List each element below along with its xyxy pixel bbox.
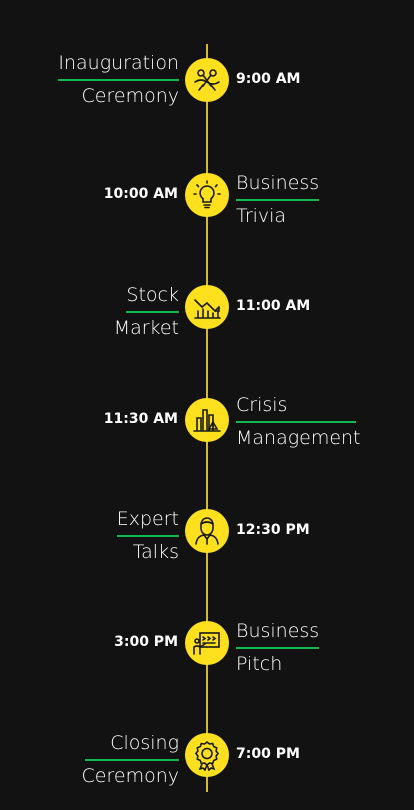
event-title-business-trivia: Business Trivia [236, 168, 406, 231]
award-badge-icon [194, 740, 220, 771]
event-time: 3:00 PM [114, 634, 178, 650]
event-time: 12:30 PM [236, 522, 310, 538]
event-node-closing-ceremony [185, 733, 229, 777]
presentation-board-icon [193, 632, 220, 655]
event-time: 11:00 AM [236, 298, 311, 314]
event-title-expert-talks: Expert Talks [9, 504, 179, 567]
event-time: 7:00 PM [236, 746, 300, 762]
event-title-inauguration: Inauguration Ceremony [9, 48, 179, 111]
crisis-chart-icon [193, 409, 221, 432]
event-time: 10:00 AM [103, 186, 178, 202]
event-node-inauguration [185, 58, 229, 102]
event-node-business-trivia [185, 173, 229, 217]
stock-chart-icon [194, 299, 221, 319]
ribbon-cutting-icon [194, 69, 220, 91]
speaker-person-icon [195, 517, 219, 545]
schedule-timeline: Inauguration Ceremony 9:00 AM Business T… [0, 0, 414, 810]
event-time: 9:00 AM [236, 71, 301, 87]
event-title-stock-market: Stock Market [9, 280, 179, 343]
event-title-closing-ceremony: Closing Ceremony [9, 728, 179, 791]
event-node-business-pitch [185, 621, 229, 665]
event-node-expert-talks [185, 509, 229, 553]
event-title-business-pitch: Business Pitch [236, 616, 406, 679]
event-time: 11:30 AM [103, 411, 178, 427]
event-title-crisis-management: Crisis Management [236, 390, 406, 453]
lightbulb-icon [193, 180, 221, 209]
event-node-stock-market [185, 285, 229, 329]
event-node-crisis-management [185, 398, 229, 442]
